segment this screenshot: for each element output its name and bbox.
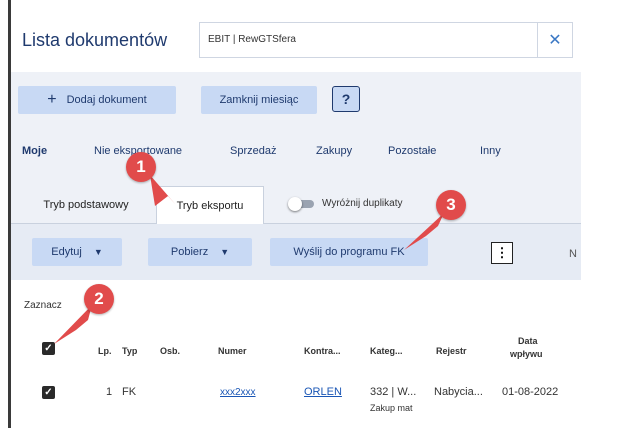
callout-badge-1: 1	[126, 152, 156, 182]
callout-number-1: 1	[136, 157, 146, 176]
callout-arrow-1	[150, 175, 176, 206]
callout-badge-3: 3	[436, 190, 466, 220]
callout-number-2: 2	[94, 289, 104, 308]
callout-arrows	[54, 175, 444, 344]
callout-arrow-2	[54, 305, 92, 344]
callout-badge-2: 2	[84, 284, 114, 314]
callout-arrow-3	[404, 213, 444, 250]
callout-number-3: 3	[446, 195, 456, 214]
